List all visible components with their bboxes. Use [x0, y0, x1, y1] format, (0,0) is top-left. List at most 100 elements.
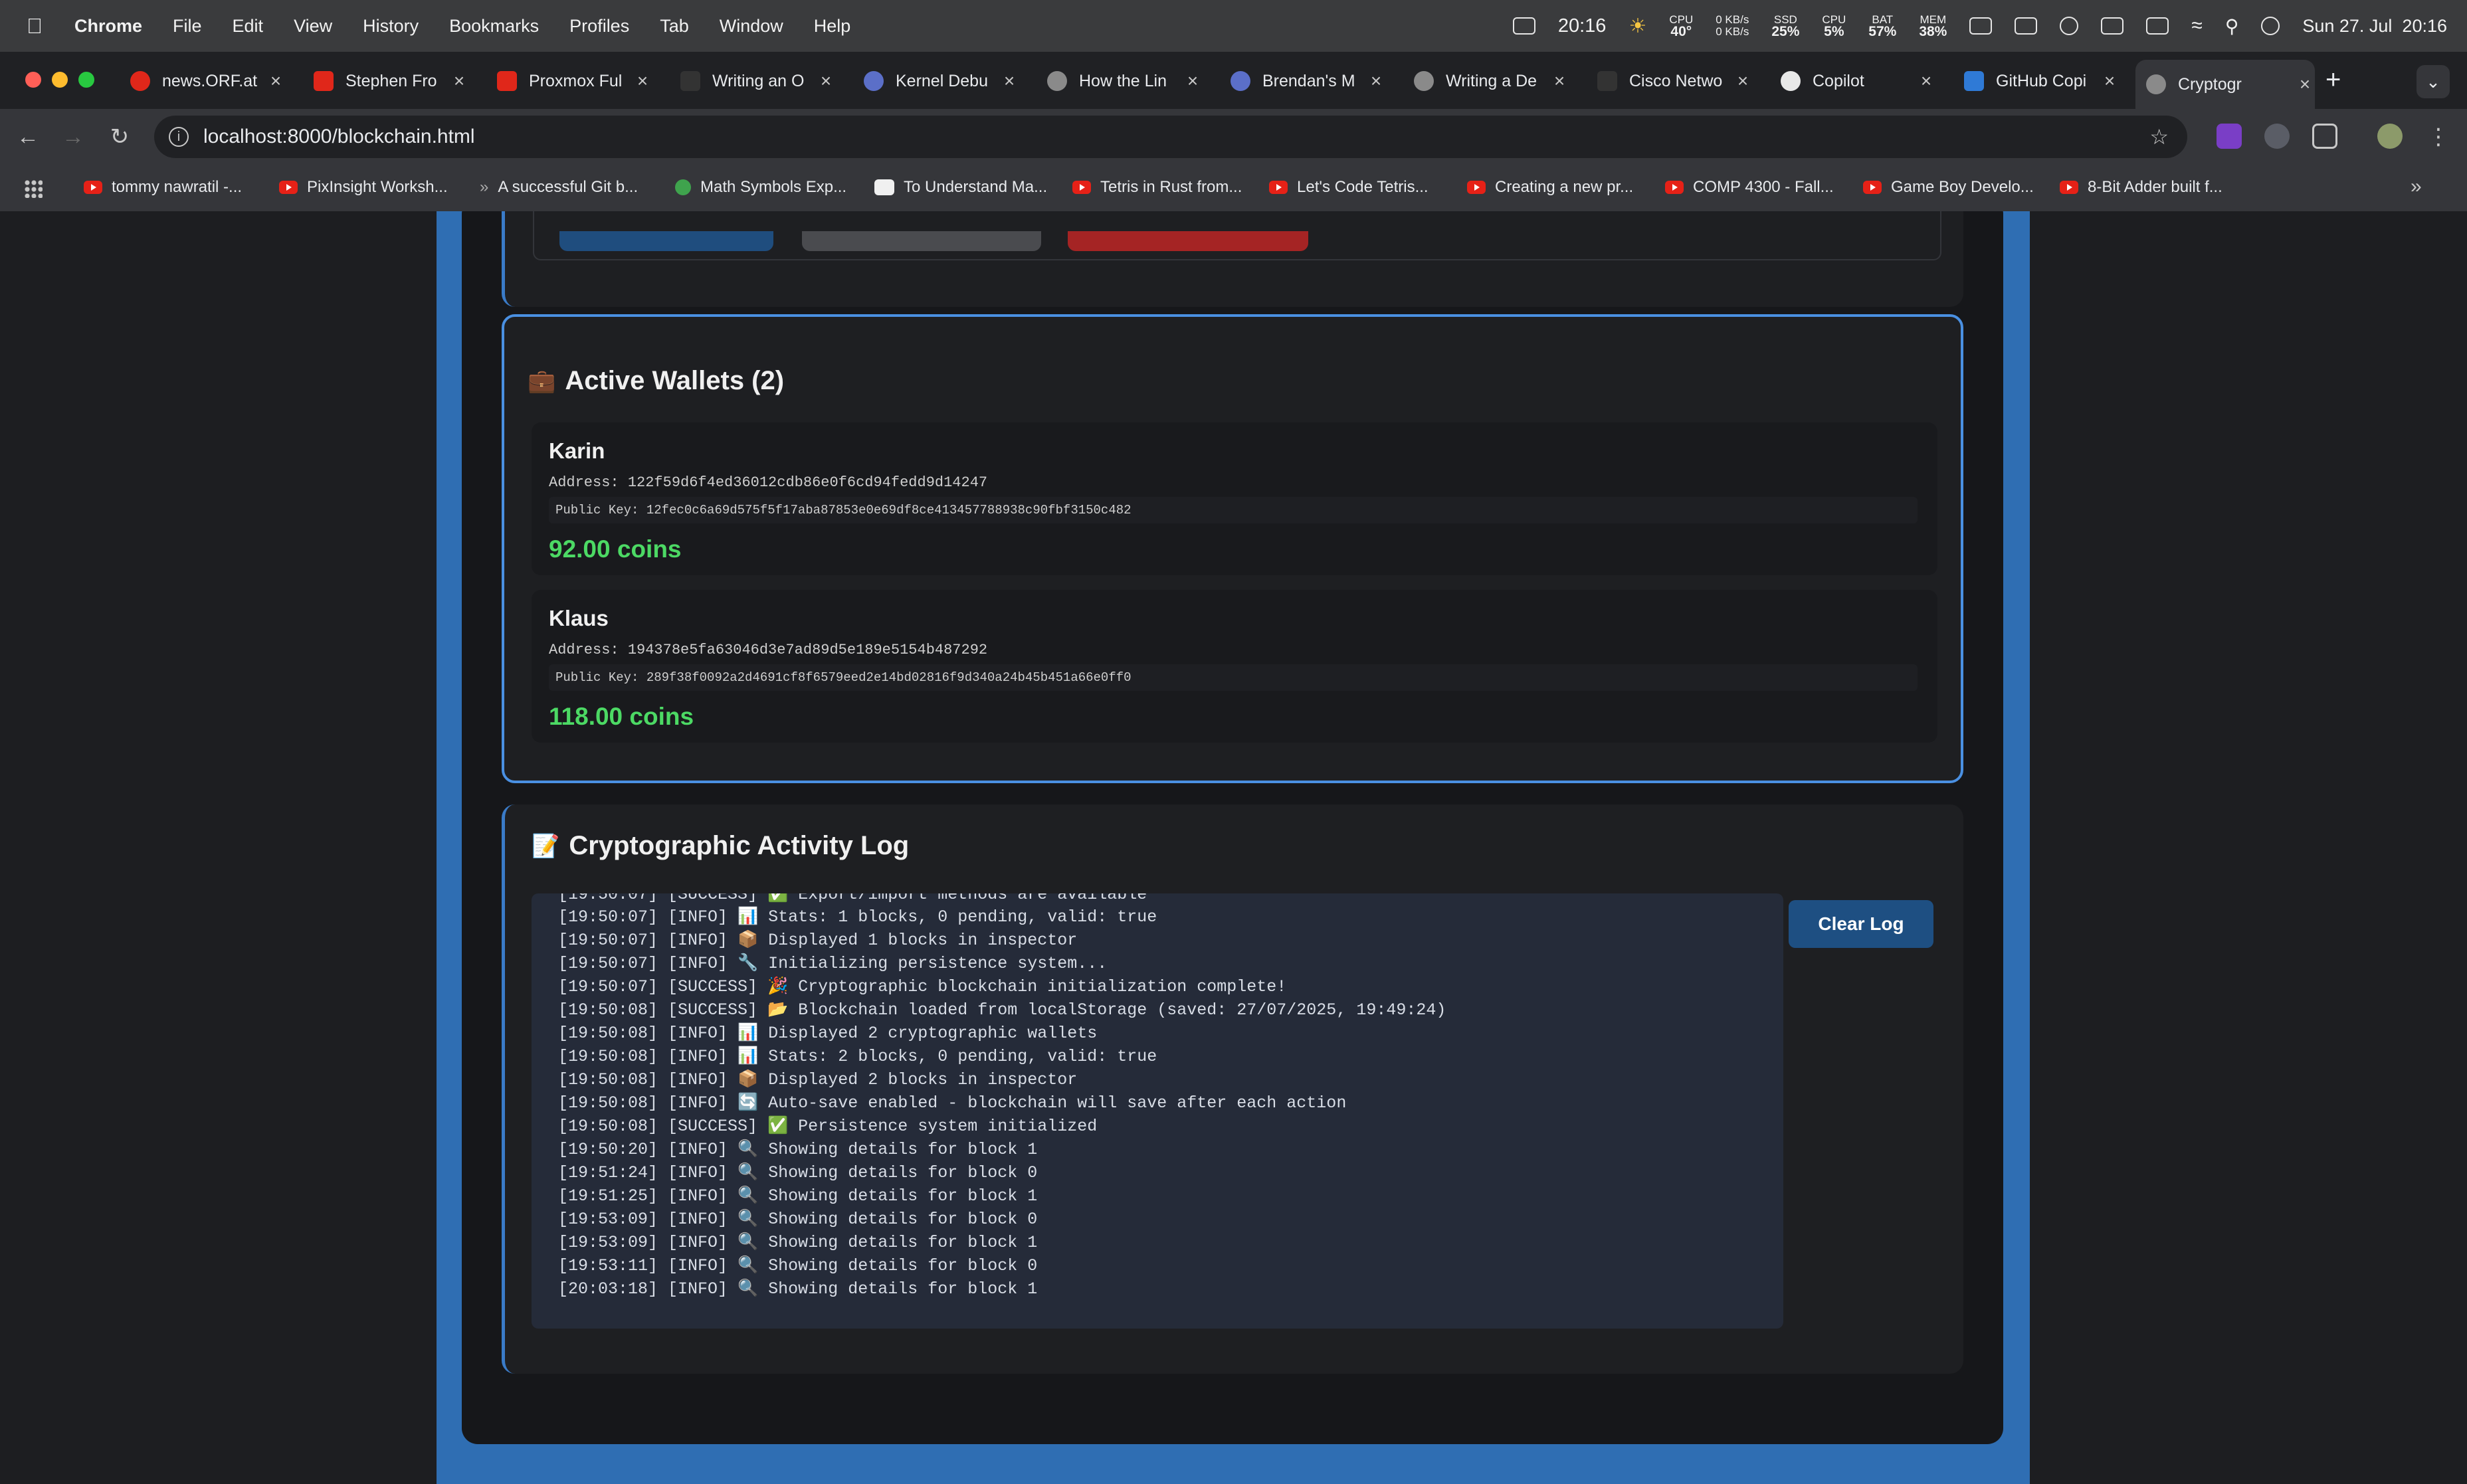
tab-cisco[interactable]: Cisco Netwo × [1587, 62, 1753, 100]
outlook-icon[interactable] [1512, 17, 1535, 35]
extension-icon[interactable] [2264, 124, 2290, 149]
primary-action-button[interactable] [559, 231, 773, 251]
address-bar-url[interactable]: localhost:8000/blockchain.html [203, 126, 475, 148]
window-close-button[interactable] [25, 72, 41, 88]
net-down-value: 0 KB/s [1716, 25, 1749, 38]
onenote-extension-icon[interactable] [2217, 124, 2242, 149]
log-line: [19:50:20] [INFO] 🔍 Showing details for … [558, 1140, 1038, 1159]
bookmark-item[interactable]: COMP 4300 - Fall... [1665, 178, 1834, 197]
clear-log-button[interactable]: Clear Log [1789, 900, 1933, 948]
tab-proxmox[interactable]: Proxmox Ful × [486, 62, 652, 100]
globe-icon [1414, 71, 1434, 91]
menu-profiles[interactable]: Profiles [569, 16, 629, 37]
display-icon[interactable] [2015, 17, 2038, 35]
tab-favicon-icon [130, 71, 150, 91]
tab-brendans[interactable]: Brendan's M × [1220, 62, 1386, 100]
screen-record-icon[interactable] [1969, 17, 1993, 35]
tab-close-icon[interactable]: × [1183, 70, 1203, 92]
menubar-clock-short[interactable]: 20:16 [1558, 15, 1607, 37]
bookmark-star-icon[interactable]: ☆ [2149, 124, 2169, 149]
tab-close-icon[interactable]: × [2100, 70, 2120, 92]
vpn-icon[interactable] [2060, 17, 2079, 35]
battery-stat[interactable]: BAT 57% [1868, 14, 1896, 39]
tab-github-copilot[interactable]: GitHub Copi × [1953, 62, 2120, 100]
tab-writing-os[interactable]: Writing an O × [670, 62, 836, 100]
menu-window[interactable]: Window [720, 16, 783, 37]
bookmark-item[interactable]: 8-Bit Adder built f... [2060, 178, 2222, 197]
ssd-stat[interactable]: SSD 25% [1771, 14, 1799, 39]
apps-grid-icon[interactable] [24, 179, 43, 198]
cpu-stat[interactable]: CPU 5% [1822, 14, 1846, 39]
wallet-balance: 92.00 coins [549, 535, 682, 563]
youtube-icon [1665, 181, 1684, 194]
tab-close-icon[interactable]: × [2295, 74, 2315, 95]
forward-arrow-icon[interactable]: → [57, 121, 89, 153]
control-center-icon[interactable] [2261, 17, 2280, 35]
menu-history[interactable]: History [363, 16, 419, 37]
battery-icon[interactable] [2146, 17, 2169, 35]
memory-stat[interactable]: MEM 38% [1919, 14, 1947, 39]
window-zoom-button[interactable] [78, 72, 94, 88]
tab-stephen[interactable]: Stephen Fro × [303, 62, 469, 100]
menu-app-chrome[interactable]: Chrome [74, 16, 142, 37]
window-minimize-button[interactable] [52, 72, 68, 88]
site-info-icon[interactable]: i [169, 127, 189, 147]
menu-view[interactable]: View [294, 16, 332, 37]
tab-label: Writing an O [712, 71, 805, 90]
reload-icon[interactable]: ↻ [104, 121, 136, 153]
tab-close-icon[interactable]: × [816, 70, 836, 92]
chrome-menu-icon[interactable]: ⋮ [2422, 121, 2454, 153]
keyboard-icon[interactable] [2101, 17, 2124, 35]
weather-sun-icon[interactable]: ☀ [1628, 15, 1646, 38]
bookmark-item[interactable]: To Understand Ma... [874, 178, 1047, 197]
danger-action-button[interactable] [1068, 231, 1308, 251]
tab-close-icon[interactable]: × [999, 70, 1019, 92]
activity-log-output[interactable]: [19:50:07] [SUCCESS] ✅ Export/import met… [532, 893, 1783, 1329]
menu-bookmarks[interactable]: Bookmarks [449, 16, 539, 37]
bookmark-item[interactable]: tommy nawratil -... [84, 178, 242, 197]
new-tab-button[interactable]: + [2325, 65, 2341, 95]
menubar-datetime[interactable]: Sun 27. Jul 20:16 [2302, 16, 2447, 37]
menu-file[interactable]: File [173, 16, 202, 37]
network-stat[interactable]: 0 KB/s 0 KB/s [1716, 14, 1749, 38]
tab-label: Writing a De [1446, 71, 1537, 90]
bookmark-item[interactable]: PixInsight Worksh... [279, 178, 448, 197]
site-icon [864, 71, 884, 91]
menu-help[interactable]: Help [814, 16, 851, 37]
apple-menu-icon[interactable]:  [27, 15, 45, 37]
wifi-icon[interactable]: ≈ [2191, 15, 2202, 37]
tab-close-icon[interactable]: × [449, 70, 469, 92]
profile-avatar[interactable] [2377, 124, 2403, 149]
tab-cryptographic-active[interactable]: Cryptogr × [2135, 60, 2315, 109]
bookmark-item[interactable]: Tetris in Rust from... [1072, 178, 1242, 197]
cpu-temp-stat[interactable]: CPU 40° [1669, 14, 1693, 39]
bookmark-item[interactable]: » A successful Git b... [480, 178, 638, 197]
bookmark-label: Math Symbols Exp... [700, 178, 847, 196]
tab-copilot[interactable]: Copilot × [1770, 62, 1936, 100]
tab-how-the-linux[interactable]: How the Lin × [1036, 62, 1203, 100]
menu-tab[interactable]: Tab [660, 16, 689, 37]
bookmark-item[interactable]: Let's Code Tetris... [1269, 178, 1429, 197]
tab-close-icon[interactable]: × [1733, 70, 1753, 92]
globe-icon [1047, 71, 1067, 91]
bookmarks-overflow-icon[interactable]: » [2411, 175, 2422, 198]
secondary-action-button[interactable] [802, 231, 1041, 251]
back-arrow-icon[interactable]: ← [12, 121, 44, 153]
tab-search-chevron-icon[interactable]: ⌄ [2417, 65, 2450, 98]
tab-close-icon[interactable]: × [1549, 70, 1569, 92]
address-bar[interactable]: i localhost:8000/blockchain.html ☆ [154, 116, 2187, 158]
tab-close-icon[interactable]: × [633, 70, 652, 92]
menu-edit[interactable]: Edit [233, 16, 264, 37]
tab-close-icon[interactable]: × [1366, 70, 1386, 92]
tab-close-icon[interactable]: × [266, 70, 286, 92]
bookmark-item[interactable]: Game Boy Develo... [1863, 178, 2034, 197]
bookmark-item[interactable]: Creating a new pr... [1467, 178, 1633, 197]
tab-close-icon[interactable]: × [1916, 70, 1936, 92]
extensions-puzzle-icon[interactable] [2312, 124, 2337, 149]
bookmark-item[interactable]: Math Symbols Exp... [675, 178, 846, 197]
log-line: [19:50:07] [SUCCESS] 🎉 Cryptographic blo… [558, 977, 1287, 996]
tab-writing-a-de[interactable]: Writing a De × [1403, 62, 1569, 100]
tab-news-orf[interactable]: news.ORF.at × [120, 62, 286, 100]
tab-kernel-debug[interactable]: Kernel Debu × [853, 62, 1019, 100]
spotlight-search-icon[interactable]: ⚲ [2225, 15, 2239, 37]
